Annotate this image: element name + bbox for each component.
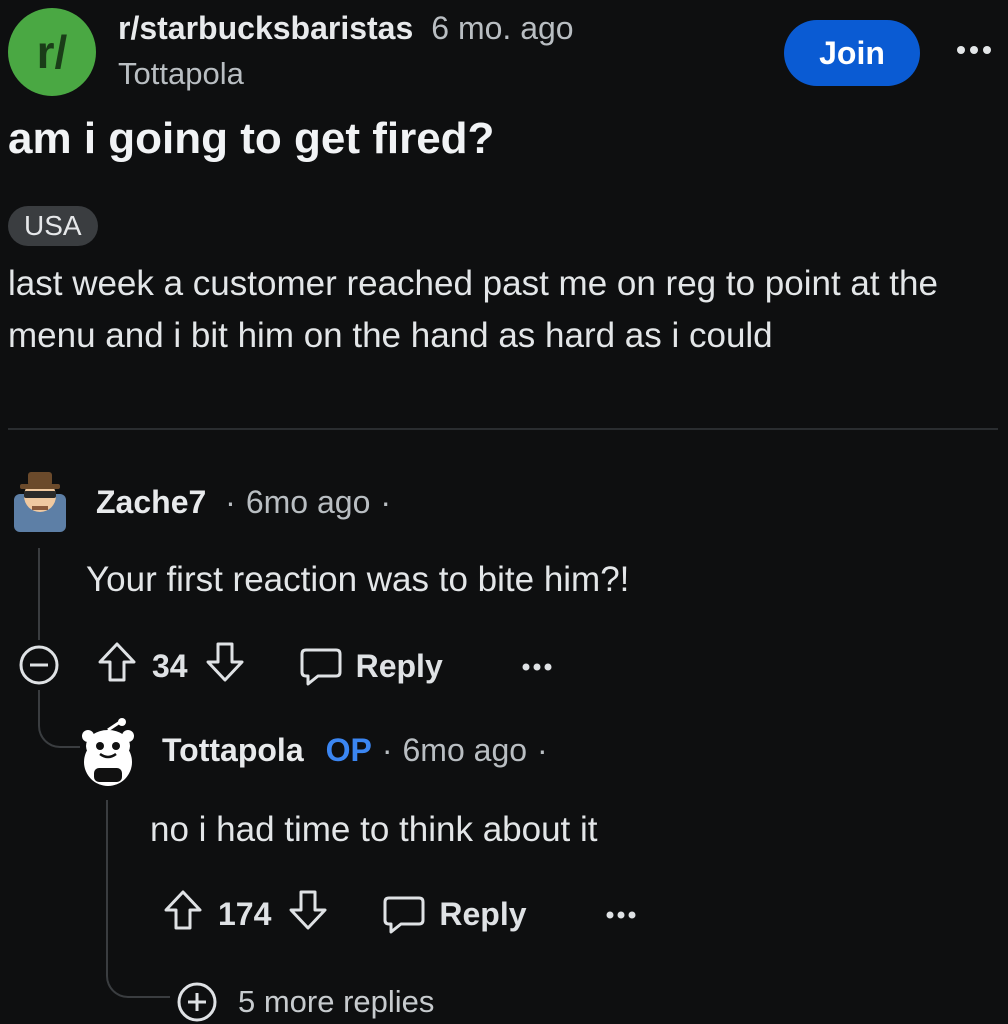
more-icon [522,663,552,670]
comment-actions: 174 Reply [162,888,639,940]
reply-button[interactable]: Reply [381,892,527,936]
separator-dot: · [380,484,392,520]
comment-icon [300,648,342,686]
separator-dot: · [381,732,393,768]
comment-time: 6mo ago [402,732,528,768]
user-avatar-zache7[interactable] [10,464,70,534]
expand-icon [177,982,217,1022]
more-replies-label: 5 more replies [238,984,435,1019]
subreddit-name[interactable]: r/starbucksbaristas [118,10,413,46]
op-badge: OP [325,732,372,768]
downvote-icon [289,890,327,930]
downvote-button[interactable] [204,640,246,692]
divider [8,428,998,430]
comment-actions: 34 Reply [96,640,555,692]
comment-meta: Zache7 · 6mo ago · [96,484,401,521]
comment-more-button[interactable] [519,648,555,685]
collapse-icon [19,645,59,685]
comment-username[interactable]: Zache7 [96,484,206,520]
subreddit-avatar-text: r/ [36,26,68,78]
post-title: am i going to get fired? [8,114,495,163]
upvote-button[interactable] [96,640,138,692]
reply-button[interactable]: Reply [298,644,443,688]
post-time: 6 mo. ago [431,10,574,46]
more-icon [957,46,991,54]
more-replies-button[interactable]: 5 more replies [176,980,434,1024]
post-body: last week a customer reached past me on … [8,264,938,355]
post-flair[interactable]: USA [8,206,98,246]
thread-line [38,548,40,640]
post-more-button[interactable] [952,28,996,72]
collapse-button[interactable] [18,644,60,686]
avatar-illustration [14,472,66,532]
comment-username[interactable]: Tottapola [162,732,304,768]
post-author[interactable]: Tottapola [118,56,244,92]
upvote-button[interactable] [162,888,204,940]
comment-icon [383,896,425,934]
vote-count: 174 [218,895,272,932]
comment-text: no i had time to think about it [150,810,598,849]
upvote-icon [98,642,136,682]
comment-meta: Tottapola OP · 6mo ago · [162,732,558,769]
subreddit-avatar[interactable]: r/ [8,8,96,96]
subreddit-header: r/starbucksbaristas 6 mo. ago [118,10,574,47]
more-icon [606,911,636,918]
comment-more-button[interactable] [603,896,639,933]
join-button[interactable]: Join [784,20,920,86]
user-avatar-tottapola[interactable] [74,716,142,788]
downvote-icon [206,642,244,682]
vote-count: 34 [152,647,188,684]
downvote-button[interactable] [287,888,329,940]
upvote-icon [164,890,202,930]
comment-time: 6mo ago [245,484,371,520]
comment-text: Your first reaction was to bite him?! [86,560,630,599]
reply-label: Reply [439,895,527,932]
separator-dot: · [216,484,236,520]
separator-dot: · [537,732,548,768]
thread-connector [106,800,170,998]
snoo-avatar [82,718,134,786]
reply-label: Reply [355,647,443,684]
